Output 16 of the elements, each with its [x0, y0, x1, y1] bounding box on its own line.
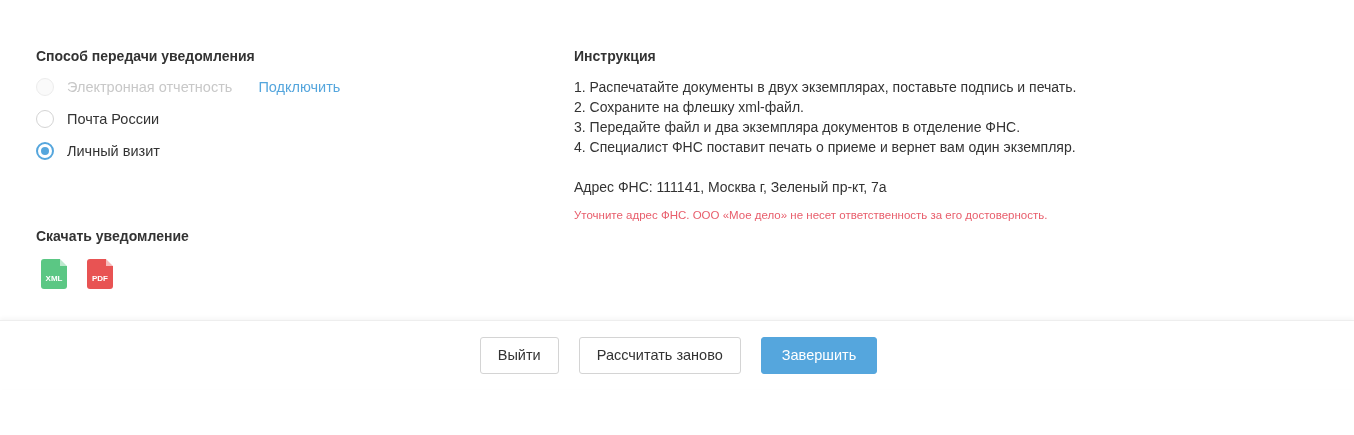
option-label[interactable]: Личный визит	[67, 143, 160, 159]
section-title: Скачать уведомление	[36, 227, 190, 245]
section-title: Способ передачи уведомления	[36, 47, 256, 65]
action-button[interactable]: Выйти	[479, 336, 559, 374]
instruction-step: 3. Передайте файл и два экземпляра документов в отделение ФНС.	[574, 117, 1318, 137]
instruction-step: 4. Специалист ФНС поставит печать о приеме и вернет вам один экземпляр.	[574, 137, 1318, 157]
section-title: Инструкция	[574, 47, 657, 65]
option-label[interactable]: Почта России	[67, 111, 160, 127]
address-text: Адрес ФНС: 111141, Москва г, Зеленый пр-кт, 7а	[574, 178, 888, 197]
warning-text: Уточните адрес ФНС. ООО «Мое дело» не несет ответственность за его достоверность.	[574, 209, 1049, 221]
action-button[interactable]: Рассчитать заново	[578, 336, 741, 374]
radio-button[interactable]	[36, 110, 54, 128]
instruction-step: 2. Сохраните на флешку xml-файл.	[574, 97, 1318, 117]
radio-button[interactable]	[36, 142, 54, 160]
pdf-file-icon[interactable]: PDF	[87, 259, 113, 289]
instruction-step: 1. Распечатайте документы в двух экземплярах, поставьте подпись и печать.	[574, 77, 1318, 97]
